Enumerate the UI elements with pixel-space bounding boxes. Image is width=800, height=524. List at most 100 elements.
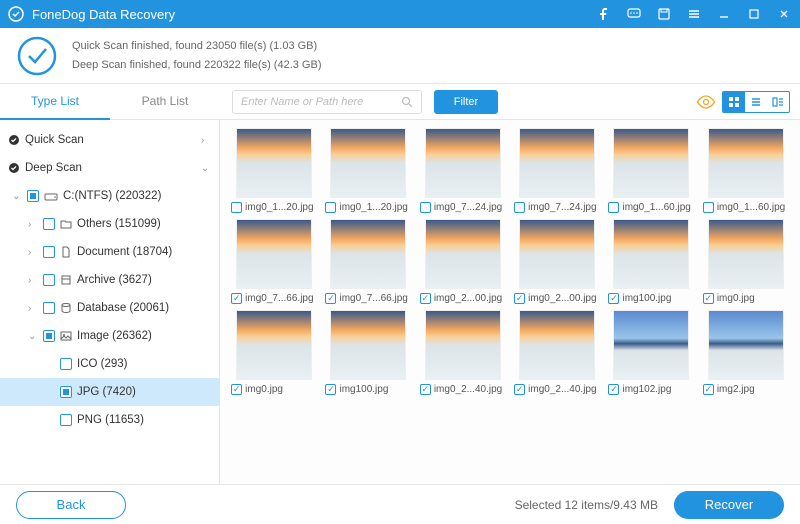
menu-icon[interactable] (686, 6, 702, 22)
file-name: img2.jpg (717, 384, 755, 395)
file-checkbox[interactable] (703, 293, 714, 304)
checkbox[interactable] (60, 358, 72, 370)
file-name: img0_7...24.jpg (528, 202, 596, 213)
tree-image[interactable]: ⌄Image (26362) (0, 322, 219, 350)
file-thumb[interactable]: img0_7...24.jpg (513, 128, 601, 213)
search-input[interactable]: Enter Name or Path here (232, 90, 422, 114)
tree-others[interactable]: ›Others (151099) (0, 210, 219, 238)
file-thumb[interactable]: img100.jpg (607, 219, 695, 304)
close-icon[interactable] (776, 6, 792, 22)
tab-type-list[interactable]: Type List (0, 84, 110, 120)
file-checkbox[interactable] (231, 384, 242, 395)
file-checkbox[interactable] (420, 384, 431, 395)
checkbox[interactable] (43, 302, 55, 314)
file-checkbox[interactable] (703, 384, 714, 395)
tree-deepscan[interactable]: Deep Scan⌄ (0, 154, 219, 182)
thumbnail-image (708, 310, 784, 380)
app-logo-icon (8, 6, 24, 22)
file-checkbox[interactable] (608, 202, 619, 213)
minimize-icon[interactable] (716, 6, 732, 22)
facebook-icon[interactable] (596, 6, 612, 22)
thumbnail-image (708, 219, 784, 289)
circle-check-icon (8, 134, 20, 146)
chevron-down-icon: ⌄ (201, 163, 211, 174)
back-button[interactable]: Back (16, 491, 126, 519)
file-checkbox[interactable] (514, 293, 525, 304)
file-thumb[interactable]: img100.jpg (324, 310, 412, 395)
filter-button[interactable]: Filter (434, 90, 498, 114)
file-checkbox[interactable] (325, 293, 336, 304)
file-thumb[interactable]: img2.jpg (702, 310, 790, 395)
maximize-icon[interactable] (746, 6, 762, 22)
checkbox[interactable] (43, 218, 55, 230)
file-checkbox[interactable] (325, 202, 336, 213)
checkbox[interactable] (27, 190, 39, 202)
tree-ico[interactable]: ICO (293) (0, 350, 219, 378)
checkbox[interactable] (43, 274, 55, 286)
file-checkbox[interactable] (420, 293, 431, 304)
file-name: img0.jpg (245, 384, 283, 395)
folder-icon (60, 218, 72, 230)
file-checkbox[interactable] (608, 384, 619, 395)
file-checkbox[interactable] (231, 202, 242, 213)
file-thumb[interactable]: img0_7...66.jpg (230, 219, 318, 304)
file-name: img0_2...00.jpg (434, 293, 502, 304)
tree-database[interactable]: ›Database (20061) (0, 294, 219, 322)
file-name: img0_7...24.jpg (434, 202, 502, 213)
checkbox[interactable] (43, 246, 55, 258)
drive-icon (44, 190, 58, 202)
file-thumb[interactable]: img102.jpg (607, 310, 695, 395)
tree-quickscan[interactable]: Quick Scan› (0, 126, 219, 154)
tree-archive[interactable]: ›Archive (3627) (0, 266, 219, 294)
file-thumb[interactable]: img0.jpg (230, 310, 318, 395)
tree-drive[interactable]: ⌄C:(NTFS) (220322) (0, 182, 219, 210)
database-icon (60, 302, 72, 314)
file-checkbox[interactable] (608, 293, 619, 304)
file-name: img0_2...40.jpg (528, 384, 596, 395)
file-thumb[interactable]: img0.jpg (702, 219, 790, 304)
tree-jpg[interactable]: JPG (7420) (0, 378, 219, 406)
file-thumb[interactable]: img0_1...20.jpg (324, 128, 412, 213)
file-thumb[interactable]: img0_1...60.jpg (702, 128, 790, 213)
feedback-icon[interactable] (626, 6, 642, 22)
file-checkbox[interactable] (514, 202, 525, 213)
file-thumb[interactable]: img0_2...40.jpg (513, 310, 601, 395)
file-checkbox[interactable] (703, 202, 714, 213)
preview-toggle-icon[interactable] (696, 95, 716, 109)
file-thumb[interactable]: img0_7...66.jpg (324, 219, 412, 304)
file-checkbox[interactable] (420, 202, 431, 213)
view-detail-button[interactable] (767, 92, 789, 112)
thumbnail-image (330, 128, 406, 198)
checkbox[interactable] (43, 330, 55, 342)
file-name: img0_1...60.jpg (717, 202, 785, 213)
checkbox[interactable] (60, 414, 72, 426)
file-thumb[interactable]: img0_2...00.jpg (513, 219, 601, 304)
file-checkbox[interactable] (514, 384, 525, 395)
view-list-button[interactable] (745, 92, 767, 112)
file-thumb[interactable]: img0_2...40.jpg (419, 310, 507, 395)
file-checkbox[interactable] (231, 293, 242, 304)
recover-button[interactable]: Recover (674, 491, 784, 519)
list-tabs: Type List Path List (0, 84, 220, 120)
file-thumb[interactable]: img0_7...24.jpg (419, 128, 507, 213)
chevron-right-icon: › (28, 275, 38, 286)
file-name: img100.jpg (339, 384, 388, 395)
file-thumb[interactable]: img0_1...20.jpg (230, 128, 318, 213)
file-checkbox[interactable] (325, 384, 336, 395)
file-grid: img0_1...20.jpg img0_1...20.jpg img0_7...2… (220, 120, 800, 484)
sidebar-tree: Quick Scan› Deep Scan⌄ ⌄C:(NTFS) (220322… (0, 120, 220, 484)
image-icon (60, 330, 72, 342)
thumbnail-image (613, 310, 689, 380)
file-name: img0_1...20.jpg (245, 202, 313, 213)
file-thumb[interactable]: img0_1...60.jpg (607, 128, 695, 213)
quick-scan-status: Quick Scan finished, found 23050 file(s)… (72, 37, 321, 56)
tree-png[interactable]: PNG (11653) (0, 406, 219, 434)
checkbox[interactable] (60, 386, 72, 398)
file-thumb[interactable]: img0_2...00.jpg (419, 219, 507, 304)
titlebar: FoneDog Data Recovery (0, 0, 800, 28)
view-grid-button[interactable] (723, 92, 745, 112)
tree-document[interactable]: ›Document (18704) (0, 238, 219, 266)
chevron-right-icon: › (201, 135, 211, 146)
tab-path-list[interactable]: Path List (110, 84, 220, 120)
save-icon[interactable] (656, 6, 672, 22)
